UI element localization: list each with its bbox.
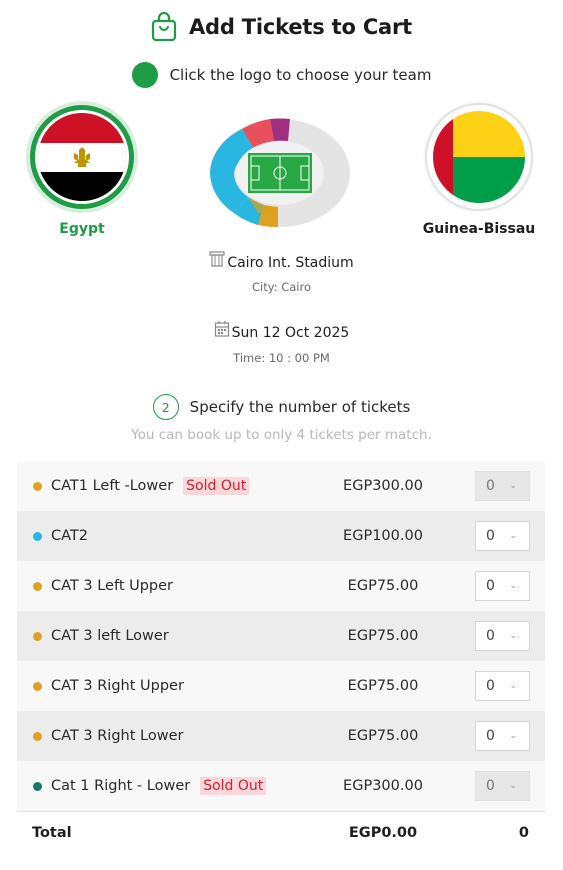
stadium-seating-map[interactable] — [208, 117, 353, 229]
ticket-category-name: Cat 1 Right - Lower — [51, 778, 191, 794]
ticket-category-name: CAT 3 left Lower — [51, 628, 169, 644]
chevron-down-icon: ⌄ — [509, 631, 517, 641]
ticket-price: EGP75.00 — [347, 628, 419, 644]
home-team: Egypt — [22, 105, 142, 237]
quantity-select[interactable]: 0 ⌄ — [475, 671, 530, 701]
total-label: Total — [32, 824, 72, 841]
ticket-row: Cat 1 Right - Lower Sold Out EGP300.00 0 ⌄ — [17, 761, 545, 811]
away-team: Guinea-Bissau — [419, 105, 539, 237]
page-header: Add Tickets to Cart — [0, 10, 563, 44]
step-two-text: Specify the number of tickets — [189, 398, 411, 416]
ticket-row: CAT2 EGP100.00 0 ⌄ — [17, 511, 545, 561]
total-amount: EGP0.00 — [348, 824, 418, 841]
category-color-dot — [33, 481, 42, 491]
ticket-category-name: CAT 3 Right Lower — [51, 728, 184, 744]
ticket-category-name: CAT2 — [51, 528, 89, 544]
stadium-name: Cairo Int. Stadium — [227, 255, 354, 271]
chevron-down-icon: ⌄ — [509, 531, 517, 541]
ticket-price: EGP75.00 — [347, 578, 419, 594]
quantity-value: 0 — [486, 528, 495, 544]
ticket-row: CAT 3 left Lower EGP75.00 0 ⌄ — [17, 611, 545, 661]
ticket-category: CAT 3 Right Lower — [51, 728, 183, 744]
shopping-bag-icon — [151, 12, 177, 42]
category-color-dot — [33, 681, 42, 691]
away-team-logo-button[interactable] — [427, 105, 531, 209]
step-two-number: 2 — [152, 394, 179, 420]
egypt-flag-icon — [35, 110, 129, 204]
ticket-category: CAT 3 Left Upper — [51, 578, 173, 594]
ticket-price: EGP75.00 — [347, 728, 419, 744]
step-one-indicator — [131, 62, 158, 88]
stadium-icon — [209, 251, 225, 267]
ticket-category: CAT1 Left -Lower Sold Out — [51, 477, 250, 495]
quantity-value: 0 — [486, 628, 495, 644]
ticket-row: CAT1 Left -Lower Sold Out EGP300.00 0 ⌄ — [17, 461, 545, 511]
ticket-category-name: CAT 3 Right Upper — [51, 678, 184, 694]
total-row: Total EGP0.00 0 — [17, 811, 545, 853]
ticket-category-name: CAT 3 Left Upper — [51, 578, 174, 594]
guinea-bissau-flag-icon — [433, 111, 525, 203]
venue-info: Cairo Int. Stadium City: Cairo — [0, 250, 563, 294]
ticket-row: CAT 3 Right Upper EGP75.00 0 ⌄ — [17, 661, 545, 711]
chevron-down-icon: ⌄ — [509, 781, 517, 791]
category-color-dot — [33, 631, 42, 641]
quantity-select[interactable]: 0 ⌄ — [475, 721, 530, 751]
match-date-info: Sun 12 Oct 2025 Time: 10 : 00 PM — [0, 320, 563, 365]
chevron-down-icon: ⌄ — [509, 731, 517, 741]
quantity-select: 0 ⌄ — [475, 771, 530, 801]
quantity-select: 0 ⌄ — [475, 471, 530, 501]
venue-city: City: Cairo — [251, 280, 312, 294]
category-color-dot — [33, 531, 42, 541]
calendar-icon — [214, 321, 229, 337]
ticket-price: EGP300.00 — [343, 478, 423, 494]
quantity-value: 0 — [486, 728, 495, 744]
ticket-category: CAT2 — [51, 528, 88, 544]
ticket-row: CAT 3 Left Upper EGP75.00 0 ⌄ — [17, 561, 545, 611]
step-two: 2 Specify the number of tickets — [0, 394, 563, 420]
page-title: Add Tickets to Cart — [188, 15, 413, 39]
step-one: Click the logo to choose your team — [0, 61, 563, 89]
ticket-price: EGP100.00 — [343, 528, 423, 544]
quantity-value: 0 — [486, 578, 495, 594]
ticket-category: Cat 1 Right - Lower Sold Out — [51, 777, 267, 795]
home-team-name[interactable]: Egypt — [22, 221, 142, 237]
chevron-down-icon: ⌄ — [509, 481, 517, 491]
ticket-row: CAT 3 Right Lower EGP75.00 0 ⌄ — [17, 711, 545, 761]
ticket-category: CAT 3 left Lower — [51, 628, 169, 644]
chevron-down-icon: ⌄ — [509, 681, 517, 691]
match-time: Time: 10 : 00 PM — [233, 351, 330, 365]
quantity-value: 0 — [486, 678, 495, 694]
quantity-value: 0 — [486, 478, 495, 494]
ticket-category: CAT 3 Right Upper — [51, 678, 184, 694]
sold-out-badge: Sold Out — [200, 777, 267, 795]
category-color-dot — [33, 581, 42, 591]
quantity-select[interactable]: 0 ⌄ — [475, 621, 530, 651]
away-team-name[interactable]: Guinea-Bissau — [419, 221, 539, 237]
chevron-down-icon: ⌄ — [509, 581, 517, 591]
ticket-table: CAT1 Left -Lower Sold Out EGP300.00 0 ⌄ CAT2 E… — [17, 461, 545, 811]
category-color-dot — [33, 781, 42, 791]
ticket-category-name: CAT1 Left -Lower — [51, 478, 174, 494]
ticket-limit-note: You can book up to only 4 tickets per ma… — [131, 427, 432, 443]
quantity-select[interactable]: 0 ⌄ — [475, 571, 530, 601]
ticket-price: EGP300.00 — [343, 778, 423, 794]
home-team-logo-button[interactable] — [30, 105, 134, 209]
match-date: Sun 12 Oct 2025 — [231, 325, 350, 341]
total-ticket-count: 0 — [518, 824, 529, 841]
ticket-price: EGP75.00 — [347, 678, 419, 694]
quantity-value: 0 — [486, 778, 495, 794]
sold-out-badge: Sold Out — [183, 477, 250, 495]
category-color-dot — [33, 731, 42, 741]
quantity-select[interactable]: 0 ⌄ — [475, 521, 530, 551]
step-one-text: Click the logo to choose your team — [169, 66, 432, 84]
